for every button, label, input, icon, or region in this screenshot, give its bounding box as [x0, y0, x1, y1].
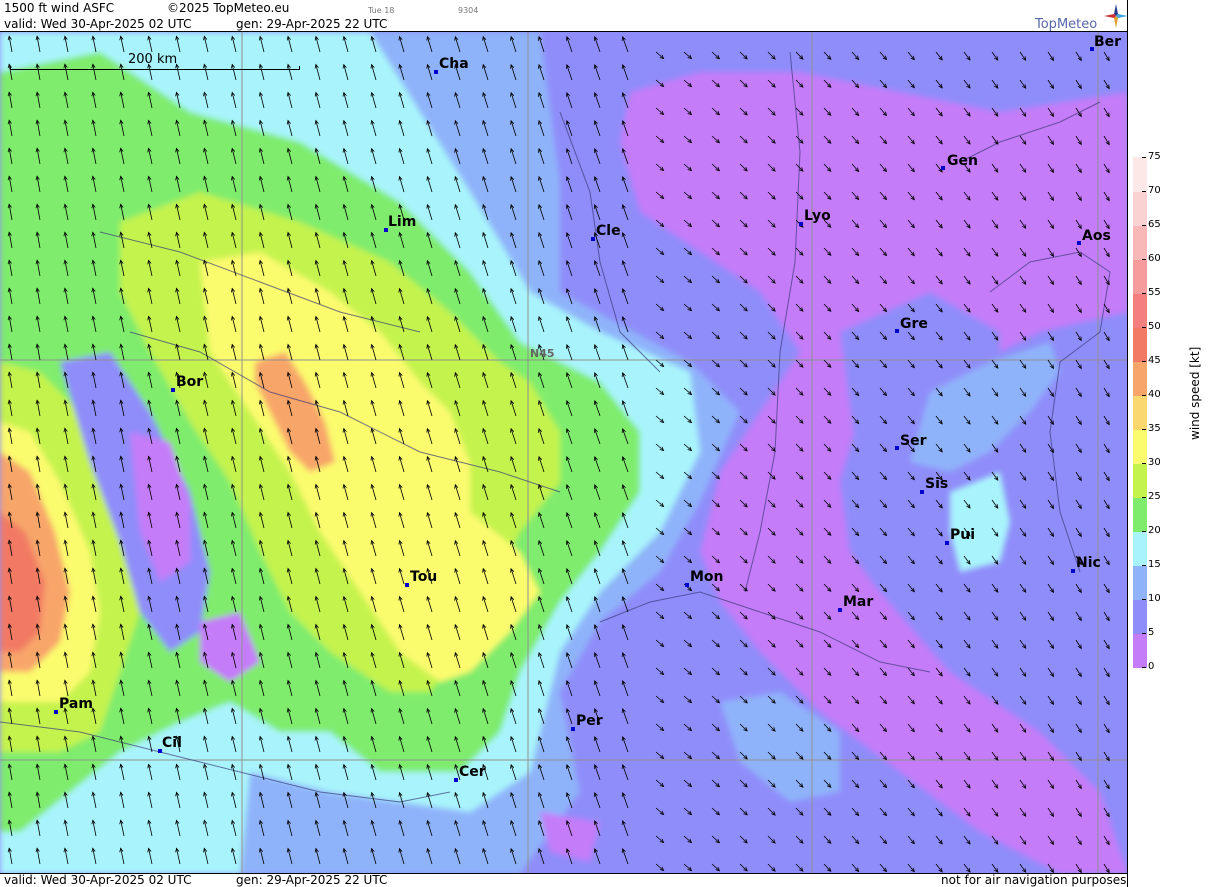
city-marker: [171, 388, 175, 392]
legend-color-band: [1133, 633, 1147, 668]
city-label-mar: Mar: [843, 594, 874, 610]
city-label-sis: Sis: [925, 476, 949, 492]
city-label-pam: Pam: [59, 696, 93, 712]
city-label-cil: Cil: [162, 735, 182, 751]
city-label-ser: Ser: [900, 433, 927, 449]
city-marker: [799, 222, 803, 226]
city-marker: [941, 166, 945, 170]
city-marker: [895, 329, 899, 333]
legend-tick-label: 40: [1142, 389, 1161, 400]
scale-bar: 200 km: [10, 52, 300, 70]
city-marker: [685, 583, 689, 587]
city-label-nic: Nic: [1076, 555, 1101, 571]
legend-color-band: [1133, 293, 1147, 328]
legend-color-band: [1133, 395, 1147, 430]
legend-color-band: [1133, 157, 1147, 192]
legend-tick-label: 60: [1142, 253, 1161, 264]
legend-color-band: [1133, 429, 1147, 464]
city-marker: [454, 778, 458, 782]
valid-time-header: valid: Wed 30-Apr-2025 02 UTC: [4, 17, 192, 31]
city-label-gre: Gre: [900, 316, 928, 332]
legend-color-band: [1133, 463, 1147, 498]
legend-tick-label: 30: [1142, 457, 1161, 468]
gen-time-header: gen: 29-Apr-2025 22 UTC: [236, 17, 388, 31]
city-label-ber: Ber: [1094, 34, 1122, 50]
valid-time-footer: valid: Wed 30-Apr-2025 02 UTC: [4, 873, 192, 887]
legend-tick-label: 55: [1142, 287, 1161, 298]
map-border-top: [0, 31, 1128, 32]
legend-color-band: [1133, 327, 1147, 362]
legend-tick-label: 0: [1141, 661, 1155, 672]
legend-color-band: [1133, 225, 1147, 260]
city-label-lim: Lim: [388, 214, 417, 230]
city-label-gen: Gen: [947, 153, 978, 169]
legend-tick-label: 10: [1142, 593, 1161, 604]
city-label-cle: Cle: [596, 223, 621, 239]
city-label-mon: Mon: [690, 569, 724, 585]
city-marker: [405, 583, 409, 587]
compass-icon: [1104, 4, 1128, 28]
legend-title: wind speed [kt]: [1188, 346, 1202, 440]
city-marker: [434, 70, 438, 74]
city-label-aos: Aos: [1082, 228, 1111, 244]
city-label-lyo: Lyo: [804, 208, 831, 224]
city-label-cha: Cha: [439, 56, 469, 72]
legend-color-band: [1133, 497, 1147, 532]
aux-day: Tue 18: [368, 6, 395, 15]
topmeteo-logo: TopMeteo: [1035, 3, 1130, 33]
scale-bar-label: 200 km: [128, 52, 178, 67]
wind-speed-legend: 0 5 10 15 20 25 30 35 40 45 50 55 60 65 70 75: [1128, 0, 1219, 887]
city-label-cer: Cer: [459, 764, 486, 780]
legend-color-band: [1133, 531, 1147, 566]
legend-tick-label: 65: [1142, 219, 1161, 230]
latitude-label: N45: [530, 347, 555, 360]
aux-code: 9304: [458, 6, 479, 15]
city-label-pui: Pui: [950, 527, 976, 543]
city-marker: [571, 727, 575, 731]
legend-color-band: [1133, 599, 1147, 634]
legend-color-band: [1133, 191, 1147, 226]
product-title: 1500 ft wind ASFC: [4, 1, 115, 15]
legend-tick-label: 50: [1142, 321, 1161, 332]
legend-color-band: [1133, 361, 1147, 396]
legend-tick-label: 20: [1142, 525, 1161, 536]
legend-tick-label: 25: [1142, 491, 1161, 502]
city-marker: [838, 608, 842, 612]
copyright-text: ©2025 TopMeteo.eu: [167, 1, 290, 15]
legend-tick-label: 45: [1142, 355, 1161, 366]
city-label-per: Per: [576, 713, 603, 729]
legend-color-bar: [1133, 157, 1147, 668]
legend-color-band: [1133, 259, 1147, 294]
city-label-tou: Tou: [410, 569, 438, 585]
wind-map[interactable]: N45 200 km Ber Cha Gen Lim Cle Lyo Aos G…: [0, 32, 1128, 874]
city-marker: [1077, 241, 1081, 245]
legend-tick-label: 15: [1142, 559, 1161, 570]
brand-name: TopMeteo: [1035, 17, 1098, 32]
disclaimer: not for air navigation purposes: [941, 873, 1127, 887]
city-marker: [54, 710, 58, 714]
legend-tick-label: 35: [1142, 423, 1161, 434]
city-marker: [895, 446, 899, 450]
legend-tick-label: 75: [1142, 151, 1161, 162]
legend-tick-label: 70: [1142, 185, 1161, 196]
city-marker: [1071, 569, 1075, 573]
city-marker: [945, 541, 949, 545]
gen-time-footer: gen: 29-Apr-2025 22 UTC: [236, 873, 388, 887]
city-marker: [591, 237, 595, 241]
city-label-bor: Bor: [176, 374, 204, 390]
legend-tick-label: 5: [1141, 627, 1155, 638]
legend-color-band: [1133, 565, 1147, 600]
city-marker: [920, 490, 924, 494]
